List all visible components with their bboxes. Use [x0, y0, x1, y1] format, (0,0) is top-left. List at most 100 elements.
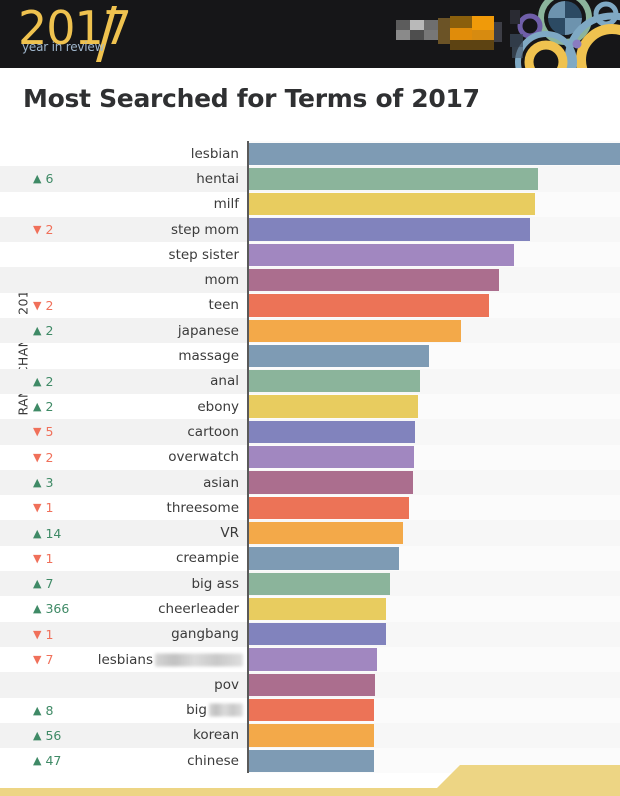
- rank-change-cell: ▲ 14: [0, 520, 185, 546]
- rank-down-arrow-icon: ▼: [33, 653, 42, 667]
- rank-change-cell: ▲ 8: [0, 698, 185, 723]
- term-label-cell: ebony: [185, 394, 247, 419]
- bar: [249, 268, 500, 292]
- bar: [249, 446, 414, 469]
- term-label: big ass: [191, 575, 239, 592]
- term-label-cell: milf: [185, 192, 247, 217]
- rank-up-arrow-icon: ▲: [33, 577, 42, 591]
- rank-change-cell: ▼ 1: [0, 546, 185, 571]
- rank-down-arrow-icon: ▼: [33, 425, 42, 439]
- rank-change-value: 5: [45, 424, 54, 440]
- bar-track: [247, 393, 620, 420]
- rank-change-cell: ▲ 6: [0, 166, 185, 192]
- rank-change-cell: [0, 267, 185, 293]
- bar-track: [247, 368, 620, 394]
- rank-change-value: 14: [45, 525, 62, 541]
- page-footer: [0, 760, 620, 796]
- term-label: anal: [210, 373, 239, 390]
- rank-down-arrow-icon: ▼: [33, 223, 42, 237]
- term-label: asian: [203, 474, 239, 491]
- bar: [249, 420, 415, 444]
- bar: [249, 673, 376, 697]
- bar: [249, 623, 386, 646]
- table-row: lesbian: [0, 141, 620, 167]
- rank-change-value: 2: [45, 297, 54, 313]
- table-row: mom: [0, 267, 620, 293]
- table-row: ▼ 7 lesbians: [0, 646, 620, 673]
- bar: [249, 319, 461, 342]
- bar-track: [247, 545, 620, 572]
- bar-track: [247, 722, 620, 749]
- bar-track: [247, 191, 620, 217]
- page-header: 2017 year in review: [0, 0, 620, 68]
- bar-track: [247, 267, 620, 293]
- term-label-cell: korean: [185, 722, 247, 749]
- rank-change-value: 366: [45, 601, 70, 617]
- table-row: ▲ 6 hentai: [0, 166, 620, 192]
- bar: [249, 395, 419, 418]
- bar-track: [247, 166, 620, 192]
- table-row: ▲ 14 VR: [0, 520, 620, 546]
- bar: [249, 699, 375, 722]
- bar-chart: RANK CHANGE 2017 lesbian ▲ 6 hentai milf ▼ 2st…: [0, 141, 620, 774]
- table-row: ▲ 2 anal: [0, 368, 620, 394]
- rank-change-value: 1: [45, 550, 54, 566]
- bar: [249, 597, 386, 621]
- bar-track: [247, 621, 620, 647]
- term-label: big: [186, 702, 207, 719]
- bar-track: [247, 216, 620, 243]
- rank-change-cell: ▼ 1: [0, 495, 185, 520]
- term-label-cell: cheerleader: [158, 596, 247, 621]
- term-label: overwatch: [168, 449, 239, 466]
- rank-change-cell: [0, 672, 185, 698]
- infographic-page: 2017 year in review Most Searched for Te…: [0, 0, 620, 796]
- term-label-cell: japanese: [178, 318, 247, 344]
- rank-up-arrow-icon: ▲: [33, 172, 42, 186]
- term-label-cell: cartoon: [185, 419, 247, 445]
- bar-track: [247, 419, 620, 445]
- rank-change-value: 1: [45, 626, 54, 642]
- table-row: ▲ 2 japanese: [0, 318, 620, 344]
- term-label-cell: gangbang: [171, 621, 247, 647]
- rank-change-value: 2: [45, 323, 54, 339]
- rank-change-value: 2: [45, 373, 54, 389]
- term-label: cartoon: [187, 423, 239, 440]
- censored-label-blur: [209, 703, 243, 717]
- rank-up-arrow-icon: ▲: [33, 728, 42, 742]
- rank-down-arrow-icon: ▼: [33, 298, 42, 312]
- term-label: step mom: [170, 221, 239, 238]
- bar: [249, 167, 538, 191]
- term-label: VR: [220, 525, 239, 542]
- chart-rows: lesbian ▲ 6 hentai milf ▼ 2 step mom step sister…: [0, 141, 620, 774]
- rank-change-cell: ▼ 2: [0, 445, 185, 470]
- term-label: hentai: [196, 170, 239, 187]
- bar: [249, 193, 536, 216]
- table-row: ▲ 56 korean: [0, 722, 620, 749]
- term-label-cell: asian: [185, 469, 247, 496]
- table-row: ▼ 1 creampie: [0, 545, 620, 572]
- censored-brand-block: [396, 14, 502, 52]
- rank-change-cell: ▼ 1: [0, 621, 185, 647]
- rank-up-arrow-icon: ▲: [33, 703, 42, 717]
- table-row: ▼ 1 gangbang: [0, 621, 620, 647]
- bar-track: [247, 520, 620, 546]
- rank-change-cell: ▲ 2: [0, 368, 185, 394]
- table-row: ▲ 3 asian: [0, 469, 620, 496]
- rank-change-value: 1: [45, 500, 54, 516]
- rank-up-arrow-icon: ▲: [33, 400, 42, 414]
- bar-track: [247, 596, 620, 622]
- term-label: massage: [178, 348, 239, 365]
- table-row: ▲ 2 ebony: [0, 393, 620, 420]
- bar: [249, 344, 430, 368]
- bar: [249, 572, 390, 595]
- table-row: ▲ 366 cheerleader: [0, 596, 620, 622]
- term-label: lesbians: [97, 651, 153, 668]
- term-label: milf: [213, 196, 239, 213]
- bar-track: [247, 495, 620, 521]
- year-in-review-logo: 2017 year in review: [18, 4, 148, 62]
- bar-track: [247, 697, 620, 723]
- rank-change-value: 7: [45, 652, 54, 668]
- bar-track: [247, 141, 620, 167]
- rank-change-value: 56: [45, 727, 62, 743]
- rank-up-arrow-icon: ▲: [33, 374, 42, 388]
